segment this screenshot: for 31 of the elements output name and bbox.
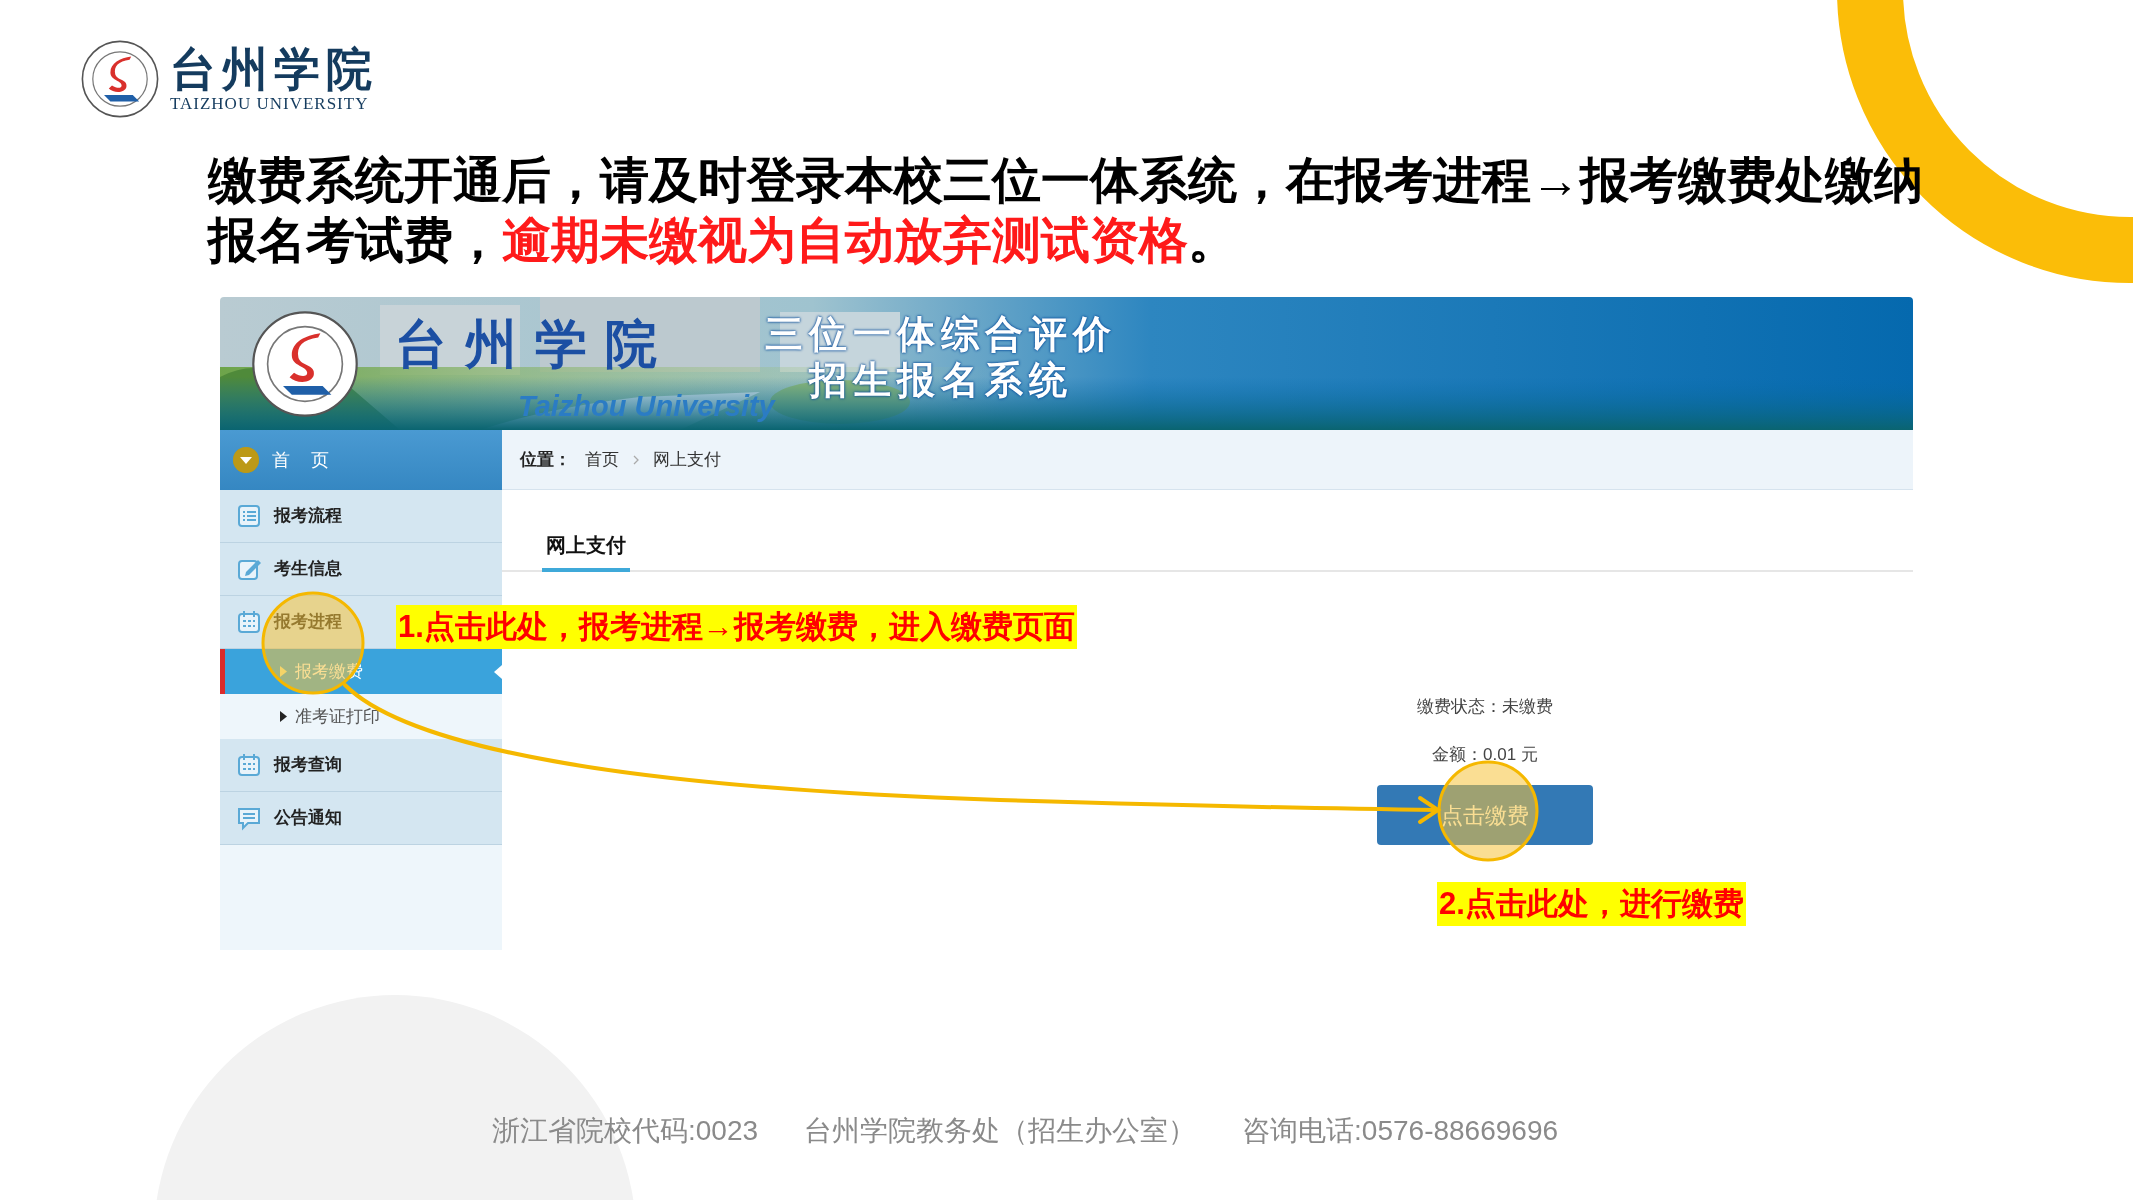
sidebar-item[interactable]: 报考流程 [220,490,502,543]
footer-text: 台州学院教务处（招生办公室） [804,1114,1197,1148]
calendar-icon [236,752,262,778]
calendar-icon [236,609,262,635]
payment-amount: 金额：0.01 元 [1432,743,1538,766]
banner-system-title: 招生报名系统 [809,358,1073,403]
university-seal-icon [80,39,160,119]
dropdown-icon [232,446,260,474]
banner-title: 台州学院 [395,311,675,376]
message-icon [236,805,262,831]
chevron-icon [633,454,639,465]
footer-text: 咨询电话:0576-88669696 [1242,1114,1559,1148]
nav-header[interactable]: 首 页 [220,430,502,490]
annotation-label: 1.点击此处，报考进程→报考缴费，进入缴费页面 [396,605,1077,649]
breadcrumb-link[interactable]: 网上支付 [653,446,721,473]
breadcrumb-link[interactable]: 首页 [585,446,619,473]
breadcrumb-label: 位置： [520,448,571,471]
tab[interactable]: 网上支付 [542,530,630,572]
sidebar-item[interactable]: 公告通知 [220,792,502,845]
university-logo-subtitle: TAIZHOU UNIVERSITY [170,94,370,114]
sidebar-item[interactable]: 考生信息 [220,543,502,596]
sidebar-item[interactable]: 报考查询 [220,739,502,792]
list-icon [236,503,262,529]
footer-text: 浙江省院校代码:0023 [492,1114,759,1148]
university-seal-icon [250,308,360,419]
payment-status: 缴费状态：未缴费 [1417,696,1553,718]
annotation-label: 2.点击此处，进行缴费 [1437,882,1746,926]
banner-subtitle: Taizhou University [518,389,775,424]
caret-icon [280,711,287,722]
university-logo-name: 台州学院 [170,44,378,94]
caret-icon [280,666,287,677]
